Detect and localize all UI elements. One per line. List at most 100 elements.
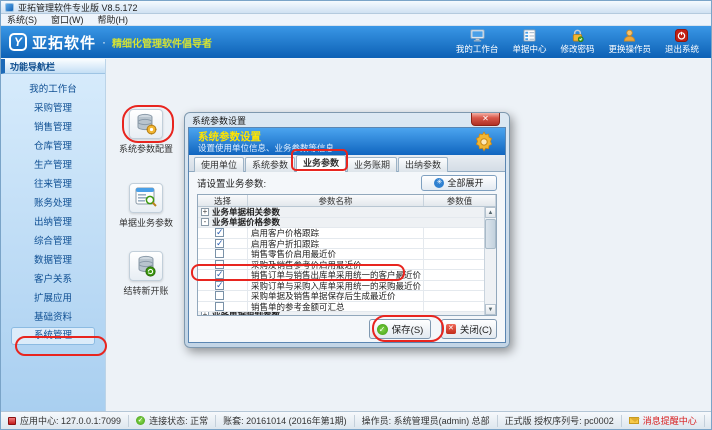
feature-system-parameter-config[interactable]: 系统参数配置: [114, 109, 178, 155]
expand-all-label: 全部展开: [447, 176, 483, 189]
checkbox-unchecked[interactable]: [215, 249, 224, 258]
dialog-titlebar: 系统参数设置 ✕: [185, 113, 509, 127]
param-name: 销售单的参考金额可汇总: [248, 302, 424, 312]
status-account-set: 账套: 20161014 (2016年第1期): [216, 415, 355, 427]
sidebar-item-cashier[interactable]: 出纳管理: [1, 213, 105, 232]
sidebar-item-contacts[interactable]: 往来管理: [1, 175, 105, 194]
status-app-center: 应用中心: 127.0.0.1:7099: [1, 415, 129, 427]
tab-business-params[interactable]: 业务参数: [296, 155, 346, 172]
table-row: 采购订单与采购入库单采用统一的采购最近价: [198, 281, 484, 292]
quick-link-workbench[interactable]: 我的工作台: [456, 29, 499, 55]
tab-business-period[interactable]: 业务账期: [347, 157, 397, 172]
scroll-up-icon[interactable]: ▲: [485, 207, 496, 218]
status-message-center[interactable]: 消息提醒中心: [622, 415, 705, 427]
scroll-thumb[interactable]: [485, 219, 496, 249]
menu-bar: 系统(S) 窗口(W) 帮助(H): [1, 14, 711, 26]
close-x-icon: ✕: [446, 324, 456, 334]
checkbox-unchecked[interactable]: [215, 302, 224, 311]
brand-name: 亚拓软件: [32, 32, 96, 53]
status-text: 账套: 20161014 (2016年第1期): [223, 414, 347, 427]
top-banner: Y 亚拓软件 · 精细化管理软件倡导者 我的工作台 单据中心 修改密码 更换操作…: [1, 26, 711, 58]
menu-window[interactable]: 窗口(W): [51, 13, 84, 26]
table-scrollbar[interactable]: ▲ ▼: [484, 207, 496, 315]
expand-plus-icon[interactable]: +: [201, 208, 209, 216]
sidebar-item-accounting[interactable]: 账务处理: [1, 194, 105, 213]
tab-usage-unit[interactable]: 使用单位: [194, 157, 244, 172]
brand-logo: Y 亚拓软件 · 精细化管理软件倡导者: [9, 32, 212, 53]
quick-link-label: 单据中心: [512, 43, 546, 55]
save-button[interactable]: ✓ 保存(S): [369, 319, 431, 339]
feature-document-business-params[interactable]: 单据业务参数: [114, 183, 178, 229]
sidebar-item-warehouse[interactable]: 仓库管理: [1, 137, 105, 156]
table-row-group-clipped[interactable]: +业务单据限制参数: [198, 312, 484, 316]
quick-link-switch-operator[interactable]: 更换操作员: [608, 29, 651, 55]
checkbox-checked[interactable]: [215, 270, 224, 279]
status-license: 正式版 授权序列号: pc0002: [498, 415, 622, 427]
feature-label: 单据业务参数: [114, 216, 178, 229]
gear-icon: [472, 130, 496, 154]
sidebar-item-my-workbench[interactable]: 我的工作台: [1, 80, 105, 99]
sidebar-item-system-management[interactable]: 系统管理: [11, 327, 95, 345]
dialog-tabs: 使用单位 系统参数 业务参数 业务账期 出纳参数: [189, 155, 505, 172]
brand-separator: ·: [102, 35, 106, 49]
tab-system-params[interactable]: 系统参数: [245, 157, 295, 172]
dialog-close-icon[interactable]: ✕: [471, 113, 500, 126]
sidebar-item-sales[interactable]: 销售管理: [1, 118, 105, 137]
feature-carry-forward[interactable]: 结转新开账: [114, 251, 178, 297]
connection-ok-icon: ✓: [136, 416, 145, 425]
sidebar-item-comprehensive[interactable]: 综合管理: [1, 232, 105, 251]
params-prompt: 请设置业务参数:: [197, 176, 266, 190]
sidebar-item-production[interactable]: 生产管理: [1, 156, 105, 175]
content-area: 功能导航栏 我的工作台 采购管理 销售管理 仓库管理 生产管理 往来管理 账务处…: [1, 59, 711, 411]
status-connection: ✓ 连接状态: 正常: [129, 415, 216, 427]
sidebar-item-purchase[interactable]: 采购管理: [1, 99, 105, 118]
menu-help[interactable]: 帮助(H): [98, 13, 129, 26]
quick-link-label: 我的工作台: [456, 43, 499, 55]
table-row: 启用客户价格跟踪: [198, 228, 484, 239]
tab-cashier-params[interactable]: 出纳参数: [398, 157, 448, 172]
param-value: [424, 302, 484, 312]
table-row: 销售单的参考金额可汇总: [198, 302, 484, 313]
app-icon: [5, 3, 14, 12]
status-text: 消息提醒中心: [643, 414, 697, 427]
workbench-monitor-icon: [470, 29, 485, 42]
param-name: 启用客户价格跟踪: [248, 228, 424, 238]
sidebar-item-customer-relations[interactable]: 客户关系: [1, 270, 105, 289]
sidebar-item-extensions[interactable]: 扩展应用: [1, 289, 105, 308]
quick-link-exit-system[interactable]: 退出系统: [665, 29, 699, 55]
sidebar-item-data[interactable]: 数据管理: [1, 251, 105, 270]
checkbox-checked[interactable]: [215, 239, 224, 248]
status-text: 应用中心: 127.0.0.1:7099: [20, 414, 121, 427]
dialog-toolbar: 请设置业务参数: ✳ 全部展开: [189, 172, 505, 193]
message-center-icon: [629, 417, 639, 424]
menu-system[interactable]: 系统(S): [7, 13, 37, 26]
column-param-name: 参数名称: [248, 195, 424, 206]
status-bar: 应用中心: 127.0.0.1:7099 ✓ 连接状态: 正常 账套: 2016…: [1, 411, 711, 429]
param-value: [424, 239, 484, 249]
checkbox-checked[interactable]: [215, 228, 224, 237]
param-value: [424, 270, 484, 280]
checkbox-unchecked[interactable]: [215, 291, 224, 300]
scroll-down-icon[interactable]: ▼: [485, 304, 496, 315]
sidebar-item-basic-data[interactable]: 基础资料: [1, 308, 105, 327]
checkbox-unchecked[interactable]: [215, 260, 224, 269]
dialog-body: 系统参数设置 设置使用单位信息、业务参数等信息 使用单位 系统参数 业务参数 业…: [188, 127, 506, 343]
table-body: +业务单据相关参数 -业务单据价格参数 启用客户价格跟踪 启用客户折扣跟踪 销售…: [198, 207, 484, 315]
collapse-minus-icon[interactable]: -: [201, 218, 209, 226]
param-name: 采购单据及销售单据保存后生成最近价: [248, 291, 424, 301]
param-value: [424, 249, 484, 259]
expand-plus-icon[interactable]: +: [201, 312, 209, 316]
column-param-value: 参数值: [424, 195, 496, 206]
checkbox-checked[interactable]: [215, 281, 224, 290]
table-row-group[interactable]: -业务单据价格参数: [198, 218, 484, 229]
document-center-icon: [522, 29, 537, 42]
close-button[interactable]: ✕ 关闭(C): [441, 319, 497, 339]
param-name: 启用客户折扣跟踪: [248, 239, 424, 249]
expand-all-button[interactable]: ✳ 全部展开: [421, 175, 497, 191]
exit-system-power-icon: [674, 29, 689, 42]
quick-link-change-password[interactable]: 修改密码: [560, 29, 594, 55]
sidebar-items: 我的工作台 采购管理 销售管理 仓库管理 生产管理 往来管理 账务处理 出纳管理…: [1, 74, 105, 345]
table-row: 销售零售价启用最近价: [198, 249, 484, 260]
feature-label: 结转新开账: [114, 284, 178, 297]
quick-link-document-center[interactable]: 单据中心: [512, 29, 546, 55]
